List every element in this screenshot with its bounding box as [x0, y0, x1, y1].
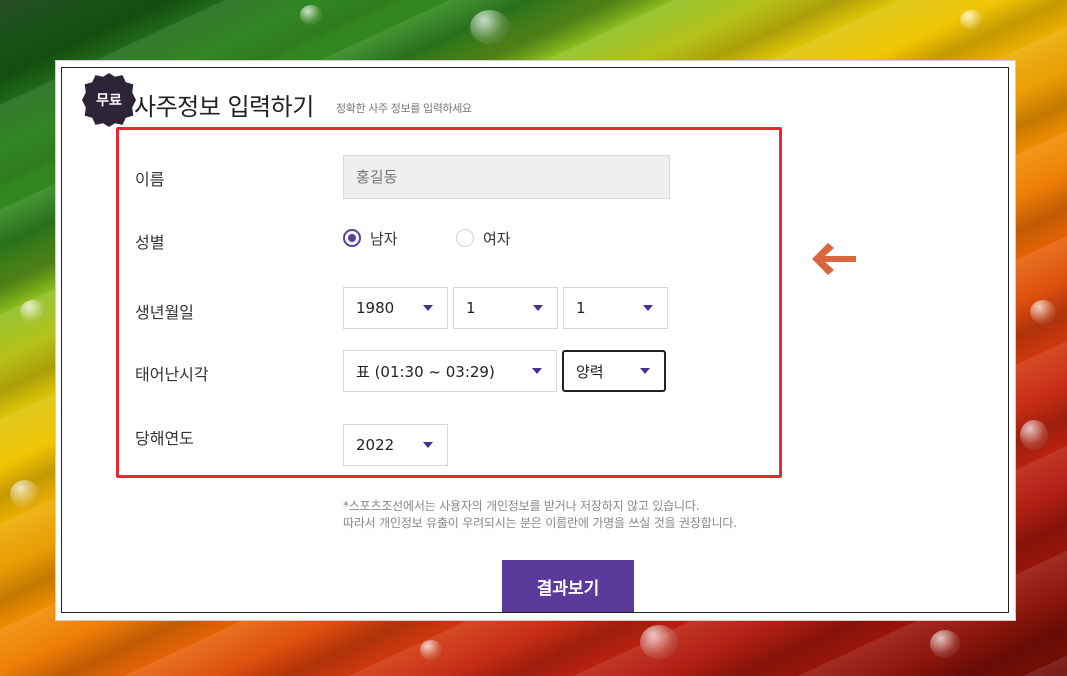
current-year-label: 당해연도 [135, 429, 194, 448]
birthdate-label: 생년월일 [135, 303, 194, 322]
calendar-type-select[interactable]: 양력 [562, 350, 666, 392]
page-title: 사주정보 입력하기 [134, 93, 314, 121]
birth-year-value: 1980 [356, 299, 395, 317]
calendar-type-value: 양력 [576, 362, 604, 381]
arrow-left-icon [812, 243, 856, 275]
birth-month-select[interactable]: 1 [453, 287, 558, 329]
birth-time-value: 표 (01:30 ~ 03:29) [356, 362, 495, 381]
free-badge-label: 무료 [96, 93, 122, 109]
gender-female-label[interactable]: 여자 [483, 228, 511, 249]
water-drop [10, 480, 40, 508]
water-drop [300, 5, 322, 25]
chevron-down-icon [640, 368, 650, 374]
chevron-down-icon [643, 305, 653, 311]
birth-day-value: 1 [576, 299, 586, 317]
chevron-down-icon [423, 442, 433, 448]
birthtime-label: 태어난시각 [135, 365, 209, 384]
water-drop [1020, 420, 1048, 450]
gender-female-radio[interactable] [456, 229, 474, 247]
water-drop [1030, 300, 1056, 324]
water-drop [20, 300, 46, 322]
view-result-button[interactable]: 결과보기 [502, 560, 634, 612]
page-subtitle: 정확한 사주 정보를 입력하세요 [336, 102, 472, 115]
privacy-notice-line1: *스포츠조선에서는 사용자의 개인정보를 받거나 저장하지 않고 있습니다. [343, 499, 700, 513]
gender-male-label[interactable]: 남자 [370, 228, 398, 249]
birth-day-select[interactable]: 1 [563, 287, 668, 329]
water-drop [960, 10, 984, 30]
current-year-value: 2022 [356, 436, 395, 454]
birth-month-value: 1 [466, 299, 476, 317]
gender-label: 성별 [135, 233, 165, 252]
chevron-down-icon [423, 305, 433, 311]
chevron-down-icon [532, 368, 542, 374]
gender-male-radio[interactable] [343, 229, 361, 247]
current-year-select[interactable]: 2022 [343, 424, 448, 466]
privacy-notice-line2: 따라서 개인정보 유출이 우려되시는 분은 이름란에 가명을 쓰실 것을 권장합… [343, 516, 737, 530]
water-drop [420, 640, 442, 660]
water-drop [470, 10, 510, 44]
name-input[interactable] [343, 155, 670, 199]
name-label: 이름 [135, 170, 165, 189]
water-drop [640, 625, 678, 659]
birth-time-select[interactable]: 표 (01:30 ~ 03:29) [343, 350, 557, 392]
chevron-down-icon [533, 305, 543, 311]
birth-year-select[interactable]: 1980 [343, 287, 448, 329]
water-drop [930, 630, 960, 658]
